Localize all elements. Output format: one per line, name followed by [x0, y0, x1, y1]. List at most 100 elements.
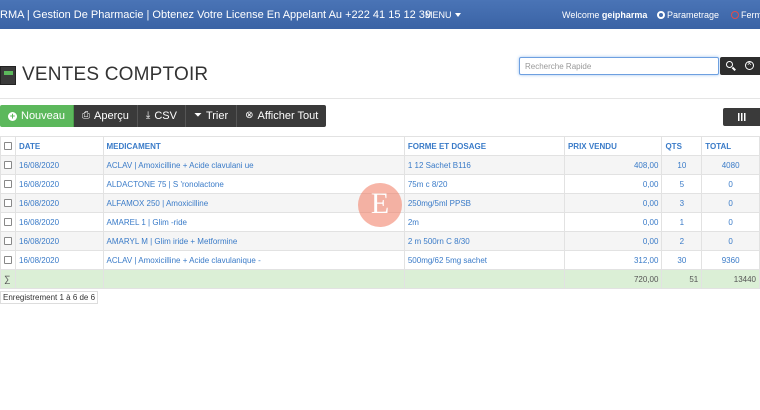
- records-info: Enregistrement 1 à 6 de 6: [0, 291, 99, 304]
- plus-circle-icon: +: [8, 110, 17, 121]
- sort-button[interactable]: ⏷ Trier: [185, 105, 238, 127]
- cell-total: 9360: [701, 250, 760, 270]
- page-title: VENTES COMPTOIR: [22, 64, 209, 85]
- column-header-total[interactable]: TOTAL: [701, 136, 760, 156]
- download-icon: ⤓: [145, 110, 151, 121]
- cash-register-icon: [0, 66, 16, 85]
- close-session-link[interactable]: Ferm: [731, 10, 760, 20]
- row-checkbox[interactable]: [4, 179, 12, 188]
- gear-icon: [657, 11, 665, 19]
- cell-forme: 75m c 8/20: [403, 174, 565, 194]
- cell-prix: 0,00: [563, 231, 663, 251]
- power-icon: [731, 11, 739, 19]
- table-row[interactable]: 16/08/2020 ACLAV | Amoxicilline + Acide …: [0, 250, 760, 270]
- header-divider: [0, 98, 760, 99]
- preview-button[interactable]: ⎙ Aperçu: [74, 105, 138, 127]
- sum-total: 13440: [701, 269, 760, 289]
- cell-forme: 500mg/62 5mg sachet: [403, 250, 565, 270]
- close-label: Ferm: [741, 10, 760, 20]
- column-header-forme[interactable]: FORME ET DOSAGE: [403, 136, 565, 156]
- caret-down-icon: [454, 13, 461, 17]
- cell-total: 0: [701, 193, 760, 213]
- cell-qts: 1: [661, 212, 703, 232]
- cell-prix: 0,00: [563, 193, 663, 213]
- csv-button[interactable]: ⤓ CSV: [137, 105, 186, 127]
- cell-date: 16/08/2020: [15, 212, 104, 232]
- column-header-qts[interactable]: QTS: [661, 136, 703, 156]
- cell-total: 4080: [701, 155, 760, 175]
- row-select-cell: [0, 212, 16, 232]
- cell-prix: 408,00: [563, 155, 663, 175]
- row-select-cell: [0, 250, 16, 270]
- cell-date: 16/08/2020: [15, 250, 104, 270]
- row-checkbox[interactable]: [4, 160, 12, 169]
- cell-date: 16/08/2020: [15, 174, 104, 194]
- show-all-button[interactable]: ⊗ Afficher Tout: [237, 105, 327, 127]
- welcome-prefix: Welcome: [562, 10, 600, 20]
- settings-link[interactable]: Parametrage: [657, 10, 719, 20]
- column-header-date[interactable]: DATE: [15, 136, 104, 156]
- cell-qts: 2: [661, 231, 703, 251]
- row-checkbox[interactable]: [4, 236, 12, 245]
- welcome-text: Welcome geipharma: [562, 10, 647, 20]
- sum-empty-cell: [403, 269, 565, 289]
- app-brand[interactable]: RMA | Gestion De Pharmacie | Obtenez Vot…: [0, 9, 431, 21]
- cell-medicament: AMARYL M | Glim iride + Metformine: [102, 231, 405, 251]
- sort-label: Trier: [205, 110, 229, 122]
- clear-circle-icon: [745, 59, 754, 70]
- cell-forme: 250mg/5ml PPSB: [403, 193, 565, 213]
- main-menu-dropdown[interactable]: MENU: [425, 10, 461, 20]
- cell-medicament: ACLAV | Amoxicilline + Acide clavulani u…: [102, 155, 405, 175]
- toolbar: + Nouveau ⎙ Aperçu ⤓ CSV ⏷ Trier ⊗ Afficher T…: [0, 105, 327, 127]
- sum-prix: 720,00: [563, 269, 663, 289]
- cell-medicament: ALDACTONE 75 | S 'ronolactone: [102, 174, 405, 194]
- menu-label: MENU: [425, 10, 452, 20]
- cell-total: 0: [701, 212, 760, 232]
- cell-forme: 1 12 Sachet B116: [403, 155, 565, 175]
- show-all-label: Afficher Tout: [257, 110, 319, 122]
- cell-date: 16/08/2020: [15, 155, 104, 175]
- cell-forme: 2 m 500rn C 8/30: [403, 231, 565, 251]
- new-button[interactable]: + Nouveau: [0, 105, 75, 127]
- watermark-logo: E: [358, 183, 402, 227]
- column-header-medicament[interactable]: MEDICAMENT: [102, 136, 405, 156]
- cell-total: 0: [701, 231, 760, 251]
- cell-qts: 5: [661, 174, 703, 194]
- search-button[interactable]: [720, 57, 740, 75]
- select-all-checkbox[interactable]: [4, 141, 12, 150]
- columns-toggle-button[interactable]: [723, 108, 760, 126]
- sum-qts: 51: [661, 269, 703, 289]
- row-checkbox[interactable]: [4, 217, 12, 226]
- cell-qts: 10: [661, 155, 703, 175]
- cell-qts: 30: [661, 250, 703, 270]
- filter-icon: ⏷: [193, 110, 202, 121]
- cell-qts: 3: [661, 193, 703, 213]
- cell-forme: 2m: [403, 212, 565, 232]
- column-header-prix[interactable]: PRIX VENDU: [563, 136, 663, 156]
- clear-search-button[interactable]: [740, 57, 760, 75]
- cell-date: 16/08/2020: [15, 231, 104, 251]
- new-label: Nouveau: [21, 110, 66, 122]
- sum-empty-cell: [15, 269, 104, 289]
- welcome-username: geipharma: [601, 10, 648, 20]
- cell-total: 0: [701, 174, 760, 194]
- select-all-cell: [0, 136, 16, 156]
- cell-date: 16/08/2020: [15, 193, 104, 213]
- settings-label: Parametrage: [667, 10, 720, 20]
- row-select-cell: [0, 174, 16, 194]
- cancel-circle-icon: ⊗: [245, 110, 254, 121]
- csv-label: CSV: [154, 110, 177, 122]
- cell-medicament: AMAREL 1 | Glim -ride: [102, 212, 405, 232]
- search-input[interactable]: [519, 57, 719, 75]
- sum-symbol: ∑: [0, 269, 16, 289]
- row-checkbox[interactable]: [4, 255, 12, 264]
- search-icon: [726, 61, 733, 68]
- sum-empty-cell: [102, 269, 405, 289]
- row-checkbox[interactable]: [4, 198, 12, 207]
- table-row[interactable]: 16/08/2020 AMARYL M | Glim iride + Metfo…: [0, 231, 760, 251]
- print-icon: ⎙: [82, 110, 91, 121]
- cell-prix: 312,00: [563, 250, 663, 270]
- summary-row: ∑ 720,00 51 13440: [0, 269, 760, 289]
- table-row[interactable]: 16/08/2020 ACLAV | Amoxicilline + Acide …: [0, 155, 760, 175]
- top-navbar: RMA | Gestion De Pharmacie | Obtenez Vot…: [0, 0, 760, 29]
